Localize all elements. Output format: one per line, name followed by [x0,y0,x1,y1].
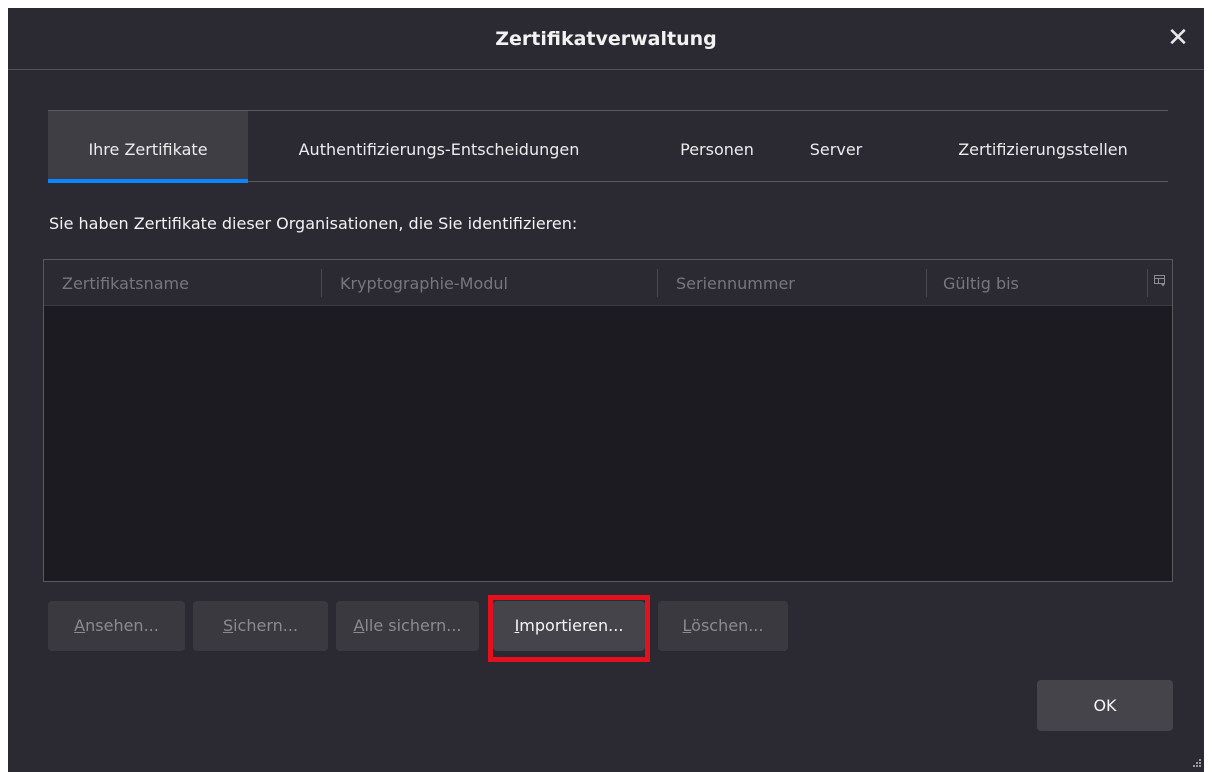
import-button-label: mportieren... [519,616,624,635]
view-button-accesskey: A [74,616,86,635]
close-icon[interactable]: ✕ [1164,24,1192,52]
dialog-title: Zertifikatverwaltung [495,28,717,50]
tab-authorities[interactable]: Zertifizierungsstellen [928,111,1158,182]
column-picker-icon[interactable] [1148,272,1172,294]
tab-authentication-decisions[interactable]: Authentifizierungs-Entscheidungen [260,111,618,182]
certificate-manager-dialog: Zertifikatverwaltung ✕ Ihre Zertifikate … [8,8,1204,772]
backup-all-button[interactable]: Alle sichern... [336,601,479,651]
column-separator[interactable] [321,269,322,297]
backup-button[interactable]: Sichern... [193,601,328,651]
delete-button-accesskey: L [682,616,692,635]
table-header: Zertifikatsname Kryptographie-Modul Seri… [44,260,1172,306]
backup-button-label: ichern... [233,616,299,635]
certificate-table[interactable]: Zertifikatsname Kryptographie-Modul Seri… [43,259,1173,582]
tab-servers[interactable]: Server [786,111,886,182]
column-header-serial-number[interactable]: Seriennummer [676,260,795,306]
view-button-label: nsehen... [85,616,159,635]
backup-all-button-accesskey: A [353,616,365,635]
ok-button[interactable]: OK [1037,680,1173,731]
column-header-certificate-name[interactable]: Zertifikatsname [62,260,189,306]
resize-grip-icon[interactable] [1190,758,1202,770]
description-text: Sie haben Zertifikate dieser Organisatio… [49,214,578,233]
delete-button[interactable]: Löschen... [658,601,788,651]
column-header-expires-on[interactable]: Gültig bis [943,260,1019,306]
title-bar: Zertifikatverwaltung ✕ [8,8,1204,70]
tab-people[interactable]: Personen [658,111,776,182]
backup-button-accesskey: S [222,616,234,635]
view-button[interactable]: Ansehen... [48,601,185,651]
tab-your-certificates[interactable]: Ihre Zertifikate [48,111,248,183]
resize-grip-glyph [1193,759,1201,767]
delete-button-label: öschen... [691,616,764,635]
column-separator[interactable] [657,269,658,297]
column-separator[interactable] [926,269,927,297]
tab-bar: Ihre Zertifikate Authentifizierungs-Ents… [48,110,1168,183]
backup-all-button-label: lle sichern... [364,616,462,635]
table-body[interactable] [44,306,1172,581]
column-picker-glyph [1154,275,1165,287]
import-button[interactable]: Importieren... [493,601,645,651]
column-header-security-device[interactable]: Kryptographie-Modul [340,260,508,306]
